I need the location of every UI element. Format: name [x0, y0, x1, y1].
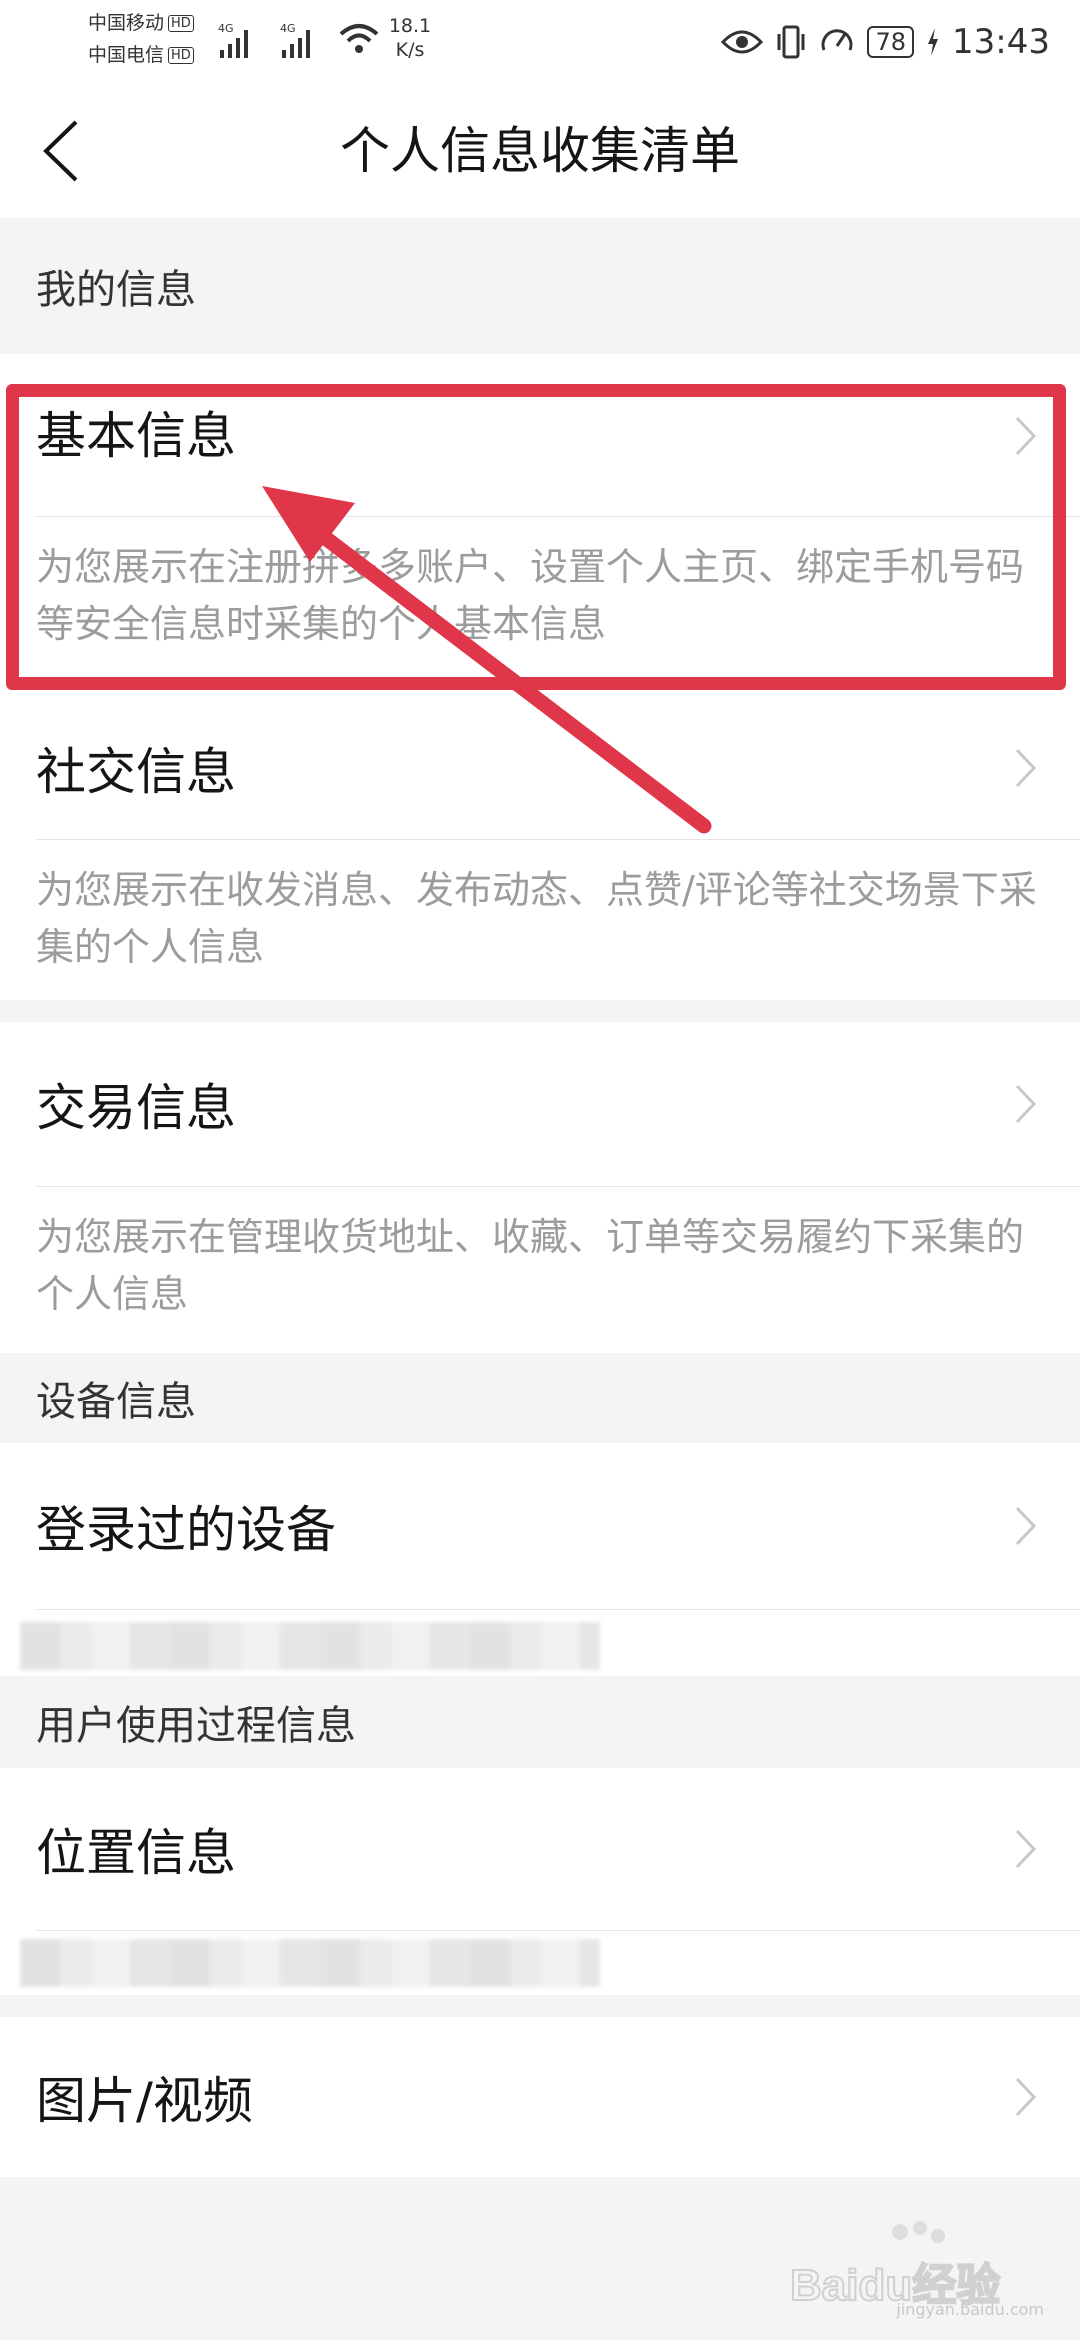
svg-text:4G: 4G: [218, 22, 234, 35]
vibrate-icon: [777, 25, 805, 59]
hd-badge: HD: [168, 15, 194, 32]
section-header-device-info: 设备信息: [0, 1353, 1080, 1443]
card-devices: 登录过的设备: [0, 1443, 1080, 1676]
chevron-right-icon: [1015, 1084, 1037, 1124]
watermark-url: jingyan.baidu.com: [896, 2300, 1044, 2319]
eye-icon: [721, 30, 764, 54]
highlight-box: [6, 384, 1066, 690]
page-title: 个人信息收集清单: [340, 122, 740, 180]
row-title: 图片/视频: [36, 2072, 253, 2130]
spacer: [0, 1000, 1080, 1022]
clock: 13:43: [952, 22, 1050, 62]
wifi-icon: [339, 24, 379, 53]
row-title: 登录过的设备: [36, 1501, 336, 1559]
row-title: 位置信息: [36, 1824, 236, 1882]
back-arrow-icon: [43, 120, 78, 182]
status-icons: 78 13:43: [721, 0, 1050, 84]
back-button[interactable]: [26, 108, 112, 194]
row-location-info[interactable]: 位置信息: [0, 1768, 1080, 1930]
status-bar: 中国移动 HD 中国电信 HD 4G 4G 18.1 K/s 78 13:43: [0, 0, 1080, 84]
redacted-text: [20, 1939, 600, 1987]
row-trade-info[interactable]: 交易信息: [0, 1022, 1080, 1186]
row-description: 为您展示在管理收货地址、收藏、订单等交易履约下采集的个人信息: [36, 1215, 1025, 1316]
charging-icon: [928, 28, 939, 56]
blurred-description: [0, 1610, 1080, 1676]
card-social-info: 社交信息 为您展示在收发消息、发布动态、点赞/评论等社交场景下采集的个人信息: [0, 697, 1080, 1000]
section-header-usage-info: 用户使用过程信息: [0, 1676, 1080, 1768]
row-title: 交易信息: [36, 1079, 236, 1137]
redacted-text: [20, 1622, 600, 1670]
battery-level: 78: [867, 26, 915, 58]
row-image-video[interactable]: 图片/视频: [0, 2017, 1080, 2177]
chevron-right-icon: [1015, 1829, 1037, 1869]
card-location: 位置信息: [0, 1768, 1080, 1995]
section-header-my-info: 我的信息: [0, 218, 1080, 354]
row-description: 为您展示在收发消息、发布动态、点赞/评论等社交场景下采集的个人信息: [36, 868, 1037, 969]
card-trade-info: 交易信息 为您展示在管理收货地址、收藏、订单等交易履约下采集的个人信息: [0, 1022, 1080, 1353]
card-media: 图片/视频: [0, 2017, 1080, 2177]
svg-text:4G: 4G: [280, 22, 296, 35]
signal-strength-icon-2: 4G: [280, 22, 310, 58]
nav-bar: 个人信息收集清单: [0, 84, 1080, 219]
chevron-right-icon: [1015, 748, 1037, 788]
spacer: [0, 1995, 1080, 2017]
chevron-right-icon: [1015, 2077, 1037, 2117]
network-speed: 18.1 K/s: [388, 15, 432, 61]
row-title: 社交信息: [36, 743, 236, 801]
blurred-description: [0, 1931, 1080, 1995]
carrier-2: 中国电信 HD: [88, 44, 194, 66]
speedometer-icon: [821, 29, 853, 51]
hd-badge: HD: [168, 47, 194, 64]
row-social-info[interactable]: 社交信息: [0, 697, 1080, 839]
row-logged-devices[interactable]: 登录过的设备: [0, 1443, 1080, 1609]
signal-strength-icon: 4G: [218, 22, 248, 58]
chevron-right-icon: [1015, 1506, 1037, 1546]
carrier-1: 中国移动 HD: [88, 12, 194, 34]
